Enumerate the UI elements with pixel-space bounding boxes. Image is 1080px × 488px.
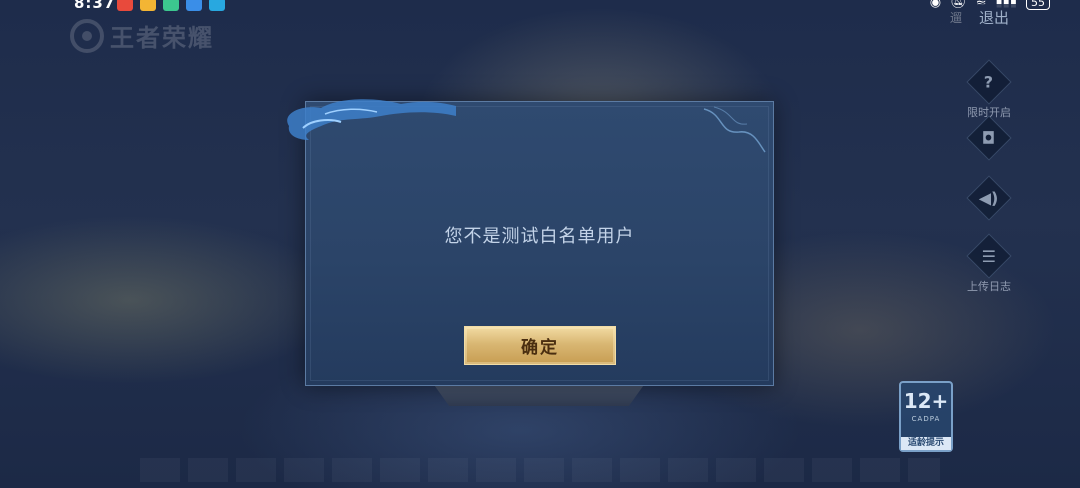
wave-ornament-icon <box>703 106 766 153</box>
footer-legal-text <box>140 458 940 482</box>
exit-button[interactable]: 退出 <box>968 4 1020 30</box>
confirm-button[interactable]: 确定 <box>464 326 616 365</box>
age-rating-org: CADPA <box>911 415 941 423</box>
alert-dialog: 您不是测试白名单用户 确定 <box>287 99 774 386</box>
app-icon-red <box>117 0 133 11</box>
age-rating-hint: 适龄提示 <box>901 437 951 450</box>
upload-log-label: 上传日志 <box>967 280 1011 293</box>
exit-area: 遛 退出 <box>950 4 1020 30</box>
eye-icon: ◉ <box>929 0 942 10</box>
app-icon-yellow <box>140 0 156 11</box>
app-icon-green <box>163 0 179 11</box>
notification-icons: ··· <box>117 0 247 12</box>
upload-log-tool[interactable]: ☰ 上传日志 <box>960 233 1018 294</box>
clock: 8:37 <box>74 0 116 12</box>
age-rating-number: 12+ <box>903 389 949 413</box>
status-bar: 8:37 ··· ◉ 🔕︎ ≋ ▮▮▮ 55 <box>0 0 1080 14</box>
gamepad-tool[interactable]: ◘ <box>960 115 1018 161</box>
clipboard-icon: ☰ <box>966 233 1012 279</box>
gamepad-icon: ◘ <box>966 115 1012 161</box>
cloud-ornament-icon <box>287 99 456 140</box>
question-icon: ? <box>966 59 1012 105</box>
speaker-icon: ◀) <box>966 175 1012 221</box>
help-tool[interactable]: ? 限时开启 <box>960 59 1018 120</box>
more-indicator: ··· <box>234 0 248 8</box>
logo-mark-icon <box>70 18 104 53</box>
exit-hint: 遛 <box>949 10 962 25</box>
age-rating-badge[interactable]: 12+ CADPA 适龄提示 <box>899 381 953 452</box>
game-logo: 王者荣耀 <box>70 18 214 53</box>
logo-text: 王者荣耀 <box>110 24 214 52</box>
app-icon-search <box>209 0 225 11</box>
app-icon-blue <box>186 0 202 11</box>
dialog-message: 您不是测试白名单用户 <box>444 226 635 247</box>
sound-tool[interactable]: ◀) <box>960 175 1018 221</box>
battery-indicator: 55 <box>1026 0 1050 10</box>
